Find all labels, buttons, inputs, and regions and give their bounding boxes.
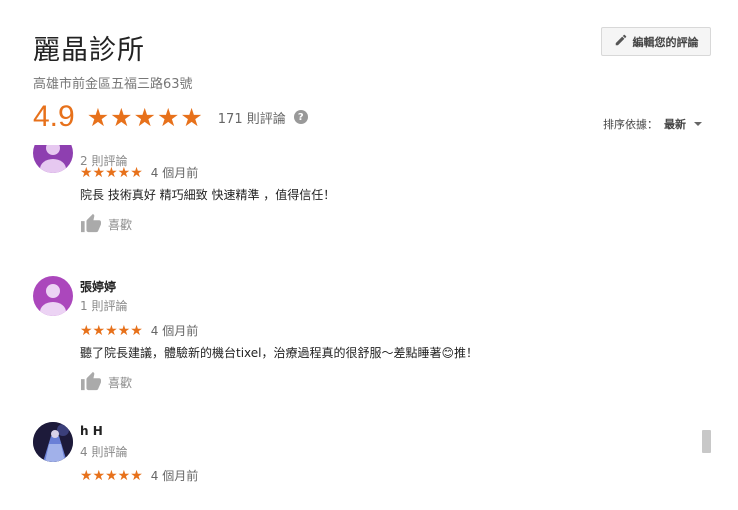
review-stars: ★★★★★ [80,322,143,339]
review-text: 聽了院長建議，體驗新的機台tixel，治療過程真的很舒服～差點睡著😊推！ [80,346,479,360]
review-rating: ★★★★★ 4 個月前 [80,322,198,339]
reviewer-meta: h H 4 則評論 [80,424,127,460]
review-time: 4 個月前 [150,324,199,338]
rating-score: 4.9 [33,100,75,133]
reviewer-meta: 張婷婷 1 則評論 [80,278,127,314]
like-label: 喜歡 [108,376,133,390]
pencil-icon [614,33,628,50]
avatar[interactable] [33,276,73,316]
like-button[interactable]: 喜歡 [80,371,132,394]
reviewer-name[interactable]: h H [80,424,127,440]
reviewer-name[interactable]: 張婷婷 [80,278,127,294]
review-text: 院長 技術真好 精巧細致 快速精準 ，值得信任！ [80,188,336,202]
avatar[interactable] [33,145,73,173]
reviewer-name[interactable] [80,145,127,149]
edit-review-label: 編輯您的評論 [632,35,699,49]
review-rating: ★★★★★ 4 個月前 [80,164,198,181]
review-time: 4 個月前 [150,469,199,483]
sort-value: 最新 [664,118,686,131]
like-label: 喜歡 [108,218,133,232]
like-button[interactable]: 喜歡 [80,213,132,236]
edit-review-button[interactable]: 編輯您的評論 [601,27,711,56]
place-title: 麗晶診所 [33,35,145,66]
scrollbar-thumb[interactable] [702,430,711,453]
review-rating: ★★★★★ 4 個月前 [80,467,198,484]
thumbs-up-icon [80,213,102,236]
place-address: 高雄市前金區五福三路63號 [33,77,193,92]
review-stars: ★★★★★ [80,164,143,181]
review-time: 4 個月前 [150,166,199,180]
avatar[interactable] [33,422,73,462]
thumbs-up-icon [80,371,102,394]
help-icon[interactable]: ? [293,110,308,124]
place-header: 麗晶診所 高雄市前金區五福三路63號 [33,28,193,92]
rating-summary: 4.9 ★★★★★ 171 則評論 ? [33,100,308,134]
reviewer-review-count: 1 則評論 [80,299,128,313]
sort-label: 排序依據： [603,118,658,131]
caret-down-icon [694,122,702,126]
reviewer-review-count: 4 則評論 [80,445,128,459]
review-stars: ★★★★★ [80,467,143,484]
review-list: 2 則評論 ★★★★★ 4 個月前 院長 技術真好 精巧細致 快速精準 ，值得信… [0,145,738,510]
sort-dropdown[interactable]: 排序依據： 最新 [603,116,702,132]
review-count[interactable]: 171 則評論 [218,108,286,127]
rating-stars: ★★★★★ [86,102,204,132]
